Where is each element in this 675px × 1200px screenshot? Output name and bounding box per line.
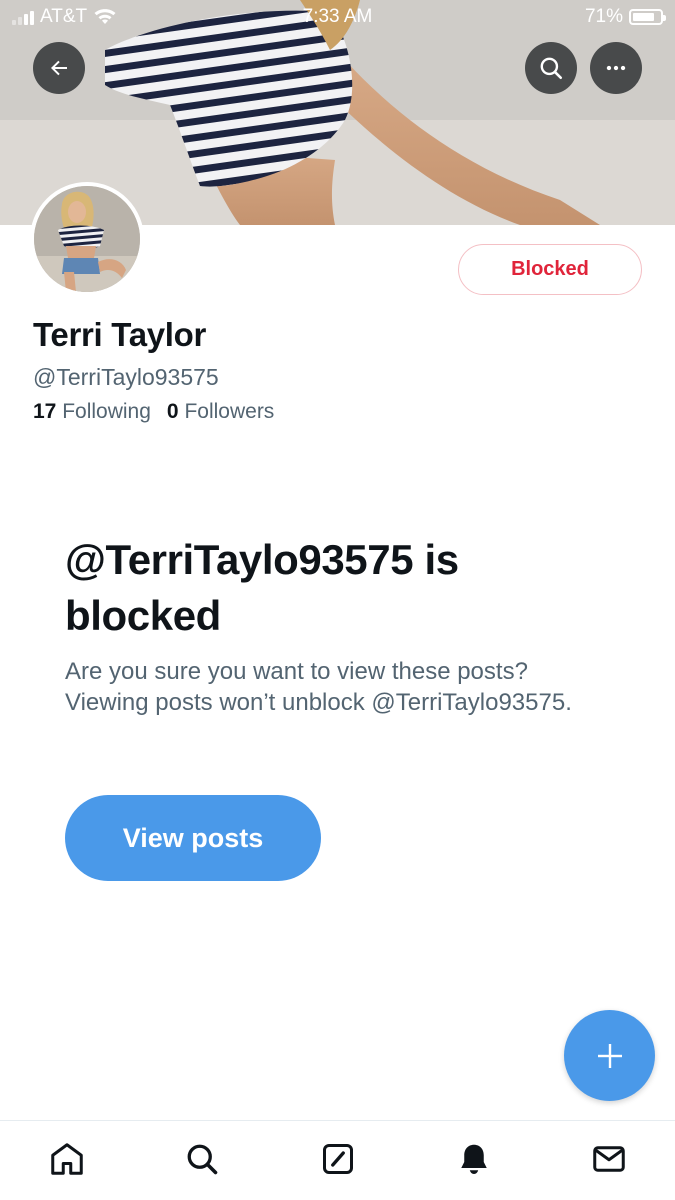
view-posts-button[interactable]: View posts <box>65 795 321 881</box>
battery-group: 71% <box>584 6 666 28</box>
blocked-notice-description: Are you sure you want to view these post… <box>65 658 572 716</box>
more-icon <box>606 65 626 71</box>
more-options-button[interactable] <box>590 42 642 94</box>
search-icon <box>187 1144 218 1175</box>
notifications-icon <box>461 1144 487 1174</box>
messages-icon <box>593 1146 625 1172</box>
blocked-button[interactable]: Blocked <box>458 244 642 295</box>
tab-search[interactable] <box>182 1139 222 1179</box>
search-button[interactable] <box>525 42 577 94</box>
tab-home[interactable] <box>47 1139 87 1179</box>
followers-label: Followers <box>184 400 275 423</box>
following-label: Following <box>62 400 151 423</box>
follow-stats: 17 Following 0 Followers <box>33 400 274 424</box>
plus-icon <box>597 1043 622 1068</box>
profile-avatar[interactable] <box>30 182 144 296</box>
profile-handle: @TerriTaylo93575 <box>33 364 219 390</box>
battery-icon <box>629 9 666 25</box>
bottom-tab-bar <box>0 1120 675 1200</box>
search-icon <box>540 57 563 80</box>
home-icon <box>51 1143 83 1175</box>
tab-notifications[interactable] <box>454 1139 494 1179</box>
followers-count: 0 <box>166 400 179 423</box>
tab-messages[interactable] <box>589 1139 629 1179</box>
following-count: 17 <box>33 400 57 423</box>
display-name: Terri Taylor <box>33 316 207 353</box>
battery-percent: 71% <box>584 6 623 27</box>
back-arrow-icon <box>51 60 67 76</box>
tab-grok[interactable] <box>318 1139 358 1179</box>
blocked-notice-title: @TerriTaylo93575 is blocked <box>65 536 459 639</box>
status-time: 7:33 AM <box>302 6 373 27</box>
status-bar: AT&T 7:33 AM 71% <box>0 0 675 34</box>
grok-icon <box>323 1144 353 1174</box>
compose-button[interactable] <box>564 1010 655 1101</box>
back-button[interactable] <box>33 42 85 94</box>
followers-link[interactable]: 0 Followers <box>167 400 274 423</box>
following-link[interactable]: 17 Following <box>33 400 151 423</box>
